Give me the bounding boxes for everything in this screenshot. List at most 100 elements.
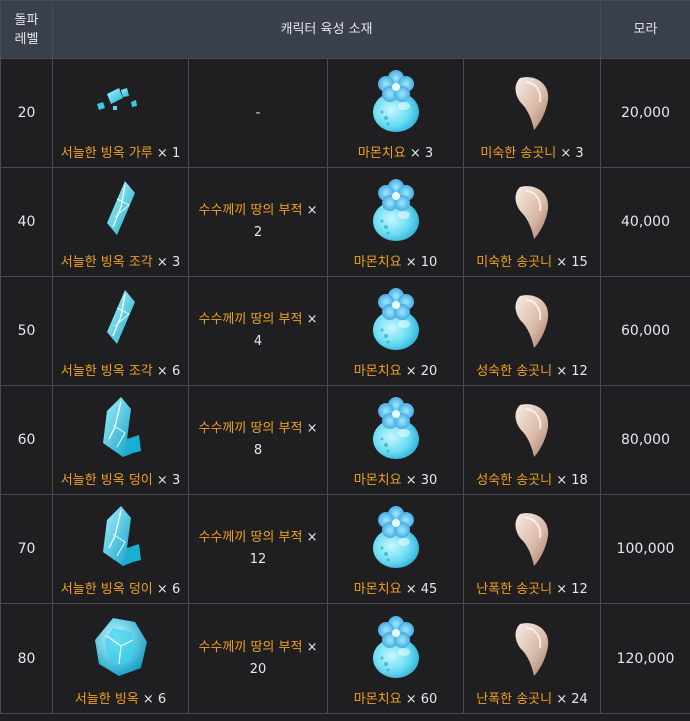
gem-material-cell-label: 서늘한 빙옥 조각 × 3 (61, 251, 180, 270)
fang-icon (492, 606, 572, 686)
mora-cost: 80,000 (600, 385, 690, 495)
specialty-material-cell-label: 마몬치요 × 60 (354, 688, 438, 707)
fang-icon (492, 387, 572, 467)
specialty-material-cell: 마몬치요 × 45 (327, 494, 464, 604)
material-name[interactable]: 서늘한 빙옥 조각 (61, 364, 153, 379)
material-name[interactable]: 서늘한 빙옥 덩이 (61, 582, 153, 597)
ice-gem-icon (81, 606, 161, 686)
material-qty: × 18 (552, 473, 588, 488)
specialty-material-cell: 마몬치요 × 30 (327, 385, 464, 495)
ascension-level: 20 (0, 58, 53, 168)
talisman-label: 수수께끼 땅의 부적 × 8 (189, 418, 327, 462)
talisman-material-cell: 수수께끼 땅의 부적 × 2 (188, 167, 328, 277)
mora-cost: 120,000 (600, 603, 690, 714)
header-materials: 캐릭터 육성 소재 (52, 0, 601, 59)
material-qty: × 6 (138, 692, 167, 707)
material-name[interactable]: 마몬치요 (354, 473, 402, 488)
header-level-line2: 레벨 (14, 31, 39, 47)
talisman-label: 수수께끼 땅의 부적 × 4 (189, 309, 327, 353)
material-qty: × 1 (152, 146, 181, 161)
gem-material-cell: 서늘한 빙옥 덩이 × 3 (52, 385, 189, 495)
talisman-label: 수수께끼 땅의 부적 × 20 (189, 637, 327, 681)
ascension-level: 70 (0, 494, 53, 604)
ascension-level: 60 (0, 385, 53, 495)
specialty-material-cell-label: 마몬치요 × 3 (358, 142, 433, 161)
material-name[interactable]: 서늘한 빙옥 조각 (61, 255, 153, 270)
gem-material-cell: 서늘한 빙옥 덩이 × 6 (52, 494, 189, 604)
common-material-cell: 난폭한 송곳니 × 24 (463, 603, 601, 714)
fang-icon (492, 169, 572, 249)
ice-gem-chunk-icon (81, 496, 161, 576)
ascension-materials-table: 돌파 레벨 캐릭터 육성 소재 모라 20 서늘한 빙옥 가루 × 1 - 마몬치요 ×… (0, 0, 690, 714)
material-qty: × 12 (552, 582, 588, 597)
table-row: 20 서늘한 빙옥 가루 × 1- 마몬치요 × 3 미숙한 송곳니 × 3 20,00… (0, 58, 690, 168)
gem-material-cell: 서늘한 빙옥 가루 × 1 (52, 58, 189, 168)
material-name[interactable]: 서늘한 빙옥 가루 (61, 146, 153, 161)
material-qty: 2 (253, 225, 263, 240)
common-material-cell: 미숙한 송곳니 × 3 (463, 58, 601, 168)
gem-material-cell-label: 서늘한 빙옥 덩이 × 6 (61, 578, 180, 597)
gem-material-cell-label: 서늘한 빙옥 × 6 (75, 688, 166, 707)
material-name[interactable]: 성숙한 송곳니 (476, 473, 552, 488)
multiply-sign: × (302, 530, 318, 545)
material-name[interactable]: 난폭한 송곳니 (476, 692, 552, 707)
mora-cost: 60,000 (600, 276, 690, 386)
material-name[interactable]: 마몬치요 (354, 255, 402, 270)
material-name[interactable]: 난폭한 송곳니 (476, 582, 552, 597)
fang-icon (492, 60, 572, 140)
material-qty: × 3 (556, 146, 584, 161)
gem-material-cell: 서늘한 빙옥 조각 × 3 (52, 167, 189, 277)
header-level: 돌파레벨 (0, 0, 53, 59)
fang-icon (492, 496, 572, 576)
material-qty: × 6 (152, 364, 181, 379)
mamonchiyo-icon (356, 60, 436, 140)
specialty-material-cell: 마몬치요 × 60 (327, 603, 464, 714)
material-qty: 12 (249, 552, 267, 567)
common-material-cell: 성숙한 송곳니 × 12 (463, 276, 601, 386)
material-qty: × 45 (401, 582, 438, 597)
material-name[interactable]: 수수께끼 땅의 부적 (199, 312, 303, 327)
specialty-material-cell: 마몬치요 × 3 (327, 58, 464, 168)
material-name[interactable]: 수수께끼 땅의 부적 (199, 421, 303, 436)
material-qty: × 20 (401, 364, 438, 379)
material-name[interactable]: 마몬치요 (354, 364, 402, 379)
multiply-sign: × (302, 312, 318, 327)
material-name[interactable]: 미숙한 송곳니 (476, 255, 552, 270)
common-material-cell-label: 미숙한 송곳니 × 15 (476, 251, 588, 270)
common-material-cell-label: 성숙한 송곳니 × 12 (476, 360, 588, 379)
specialty-material-cell: 마몬치요 × 20 (327, 276, 464, 386)
material-name[interactable]: 서늘한 빙옥 (75, 692, 139, 707)
material-name[interactable]: 수수께끼 땅의 부적 (199, 203, 303, 218)
talisman-label: 수수께끼 땅의 부적 × 12 (189, 527, 327, 571)
header-mora: 모라 (600, 0, 690, 59)
material-qty: × 60 (401, 692, 438, 707)
fang-icon (492, 278, 572, 358)
ascension-level: 40 (0, 167, 53, 277)
common-material-cell-label: 성숙한 송곳니 × 18 (476, 469, 588, 488)
material-qty: × 10 (401, 255, 438, 270)
material-name[interactable]: 미숙한 송곳니 (480, 146, 556, 161)
material-name[interactable]: 서늘한 빙옥 덩이 (61, 473, 153, 488)
material-name[interactable]: 마몬치요 (358, 146, 406, 161)
header-level-line1: 돌파 (14, 12, 39, 28)
empty-dash: - (255, 105, 261, 121)
mamonchiyo-icon (356, 278, 436, 358)
specialty-material-cell-label: 마몬치요 × 30 (354, 469, 438, 488)
material-qty: × 6 (152, 582, 181, 597)
table-row: 60 서늘한 빙옥 덩이 × 3 수수께끼 땅의 부적 × 8 마몬치요 × 30 성숙한… (0, 385, 690, 495)
material-name[interactable]: 수수께끼 땅의 부적 (199, 530, 303, 545)
material-name[interactable]: 마몬치요 (354, 582, 402, 597)
mora-cost: 20,000 (600, 58, 690, 168)
material-name[interactable]: 마몬치요 (354, 692, 402, 707)
material-name[interactable]: 수수께끼 땅의 부적 (199, 640, 303, 655)
mamonchiyo-icon (356, 169, 436, 249)
table-row: 70 서늘한 빙옥 덩이 × 6 수수께끼 땅의 부적 × 12 마몬치요 × 45 난폭… (0, 494, 690, 604)
table-row: 80 서늘한 빙옥 × 6 수수께끼 땅의 부적 × 20 마몬치요 × 60 난폭한 송… (0, 603, 690, 714)
mora-cost: 40,000 (600, 167, 690, 277)
mamonchiyo-icon (356, 387, 436, 467)
table-row: 50 서늘한 빙옥 조각 × 6 수수께끼 땅의 부적 × 4 마몬치요 × 20 성숙한… (0, 276, 690, 386)
material-qty: 4 (253, 334, 263, 349)
common-material-cell-label: 난폭한 송곳니 × 12 (476, 578, 588, 597)
material-name[interactable]: 성숙한 송곳니 (476, 364, 552, 379)
ice-gem-fragment-icon (81, 169, 161, 249)
